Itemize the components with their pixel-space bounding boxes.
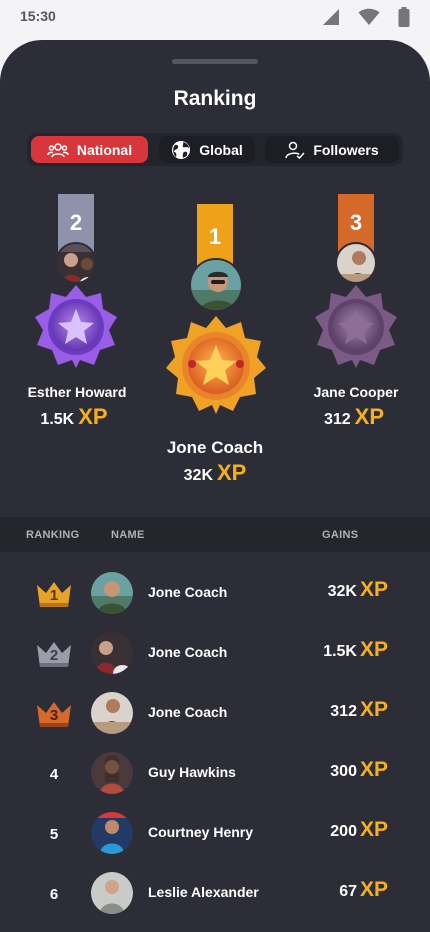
- row-xp-label: XP: [359, 698, 388, 721]
- rank-cell: 6: [34, 874, 74, 914]
- podium-first-place: 1: [208, 224, 222, 249]
- page-title: Ranking: [173, 87, 257, 110]
- row-xp-label: XP: [359, 758, 388, 781]
- table-row[interactable]: 5 Courtney Henry 200 XP: [0, 803, 430, 863]
- row-name: Jone Coach: [148, 644, 228, 660]
- row-xp-value: 300: [330, 763, 357, 780]
- cellular-signal-icon: [323, 9, 339, 25]
- tab-national-label: National: [76, 141, 133, 158]
- podium-first-xp-value: 32K: [183, 467, 213, 484]
- row-xp-value: 32K: [327, 583, 357, 600]
- tab-followers[interactable]: Followers: [265, 136, 399, 163]
- rank-number: 4: [49, 765, 59, 783]
- user-check-icon: [285, 141, 305, 159]
- row-gain: 312 XP: [330, 698, 388, 722]
- ranking-tabs: National Global Followers: [27, 133, 403, 166]
- drag-handle[interactable]: [172, 59, 258, 64]
- row-xp-label: XP: [359, 818, 388, 841]
- row-gain: 200 XP: [330, 818, 388, 842]
- rank-cell: 5: [34, 814, 74, 854]
- table-row[interactable]: 1 Jone Coach 32K XP: [0, 563, 430, 623]
- row-gain: 1.5K XP: [323, 638, 388, 662]
- status-icons: [322, 7, 410, 27]
- avatar: [91, 692, 133, 734]
- header-gains: GAINS: [322, 529, 359, 541]
- row-name: Guy Hawkins: [148, 764, 236, 780]
- podium-second-avatar: [55, 242, 97, 284]
- table-row[interactable]: 4 Guy Hawkins 300 XP: [0, 743, 430, 803]
- status-time: 15:30: [20, 8, 56, 24]
- podium-first-xp: 32K XP: [125, 460, 305, 486]
- leaderboard-header: RANKING NAME GAINS: [0, 517, 430, 552]
- rank-number: 6: [49, 885, 59, 903]
- podium-first-avatar: [189, 258, 243, 312]
- row-xp-value: 1.5K: [323, 643, 357, 660]
- table-row[interactable]: 2 Jone Coach 1.5K XP: [0, 623, 430, 683]
- table-row[interactable]: 3 Jone Coach 312 XP: [0, 683, 430, 743]
- avatar: [91, 752, 133, 794]
- avatar: [91, 872, 133, 914]
- podium-second-place: 2: [69, 210, 83, 235]
- users-icon: [46, 142, 69, 157]
- row-xp-label: XP: [359, 878, 388, 901]
- podium-second-xp-label: XP: [78, 404, 108, 429]
- podium-third-avatar: [335, 242, 377, 284]
- rank-number: 5: [49, 825, 59, 843]
- tab-global[interactable]: Global: [159, 136, 255, 163]
- podium-third-place: 3: [349, 210, 363, 235]
- row-xp-value: 67: [339, 883, 357, 900]
- rank-cell: 1: [34, 574, 74, 614]
- globe-icon: [172, 140, 191, 159]
- status-bar: 15:30: [0, 0, 430, 36]
- rank-cell: 4: [34, 754, 74, 794]
- podium-second-xp: 1.5K XP: [0, 404, 164, 430]
- header-name: NAME: [111, 529, 145, 541]
- row-gain: 67 XP: [339, 878, 388, 902]
- row-name: Courtney Henry: [148, 824, 254, 840]
- rank-cell: 3: [34, 694, 74, 734]
- row-name: Leslie Alexander: [148, 884, 259, 900]
- avatar: [91, 632, 133, 674]
- avatar: [91, 572, 133, 614]
- podium-third-xp: 312 XP: [264, 404, 430, 430]
- row-gain: 300 XP: [330, 758, 388, 782]
- podium-third-name: Jane Cooper: [313, 384, 399, 400]
- podium-first-xp-label: XP: [217, 460, 247, 485]
- rank-number: 2: [49, 647, 59, 664]
- row-gain: 32K XP: [328, 578, 388, 602]
- wifi-icon: [358, 8, 380, 25]
- purple-star-medal-icon: [35, 285, 117, 368]
- rank-number: 1: [49, 587, 59, 604]
- podium-third-xp-value: 312: [323, 411, 351, 428]
- podium-second-name: Esther Howard: [27, 384, 127, 400]
- row-name: Jone Coach: [148, 584, 228, 600]
- gold-star-medal-icon: [166, 316, 266, 414]
- rank-number: 3: [49, 707, 59, 724]
- header-ranking: RANKING: [26, 529, 80, 541]
- ranking-sheet: Ranking National Global Followers 2 Esth…: [0, 40, 430, 932]
- row-name: Jone Coach: [148, 704, 228, 720]
- bronze-star-medal-icon: [315, 285, 397, 368]
- tab-global-label: Global: [199, 141, 243, 158]
- row-xp-label: XP: [359, 638, 388, 661]
- tab-national[interactable]: National: [31, 136, 148, 163]
- podium-second-xp-value: 1.5K: [40, 411, 75, 428]
- row-xp-value: 200: [330, 823, 357, 840]
- table-row[interactable]: 6 Leslie Alexander 67 XP: [0, 863, 430, 923]
- battery-icon: [398, 7, 410, 27]
- tab-followers-label: Followers: [313, 141, 379, 158]
- row-xp-value: 312: [330, 703, 357, 720]
- podium-third-xp-label: XP: [354, 404, 385, 429]
- row-xp-label: XP: [359, 578, 388, 601]
- avatar: [91, 812, 133, 854]
- podium-first-name: Jone Coach: [166, 438, 264, 457]
- rank-cell: 2: [34, 634, 74, 674]
